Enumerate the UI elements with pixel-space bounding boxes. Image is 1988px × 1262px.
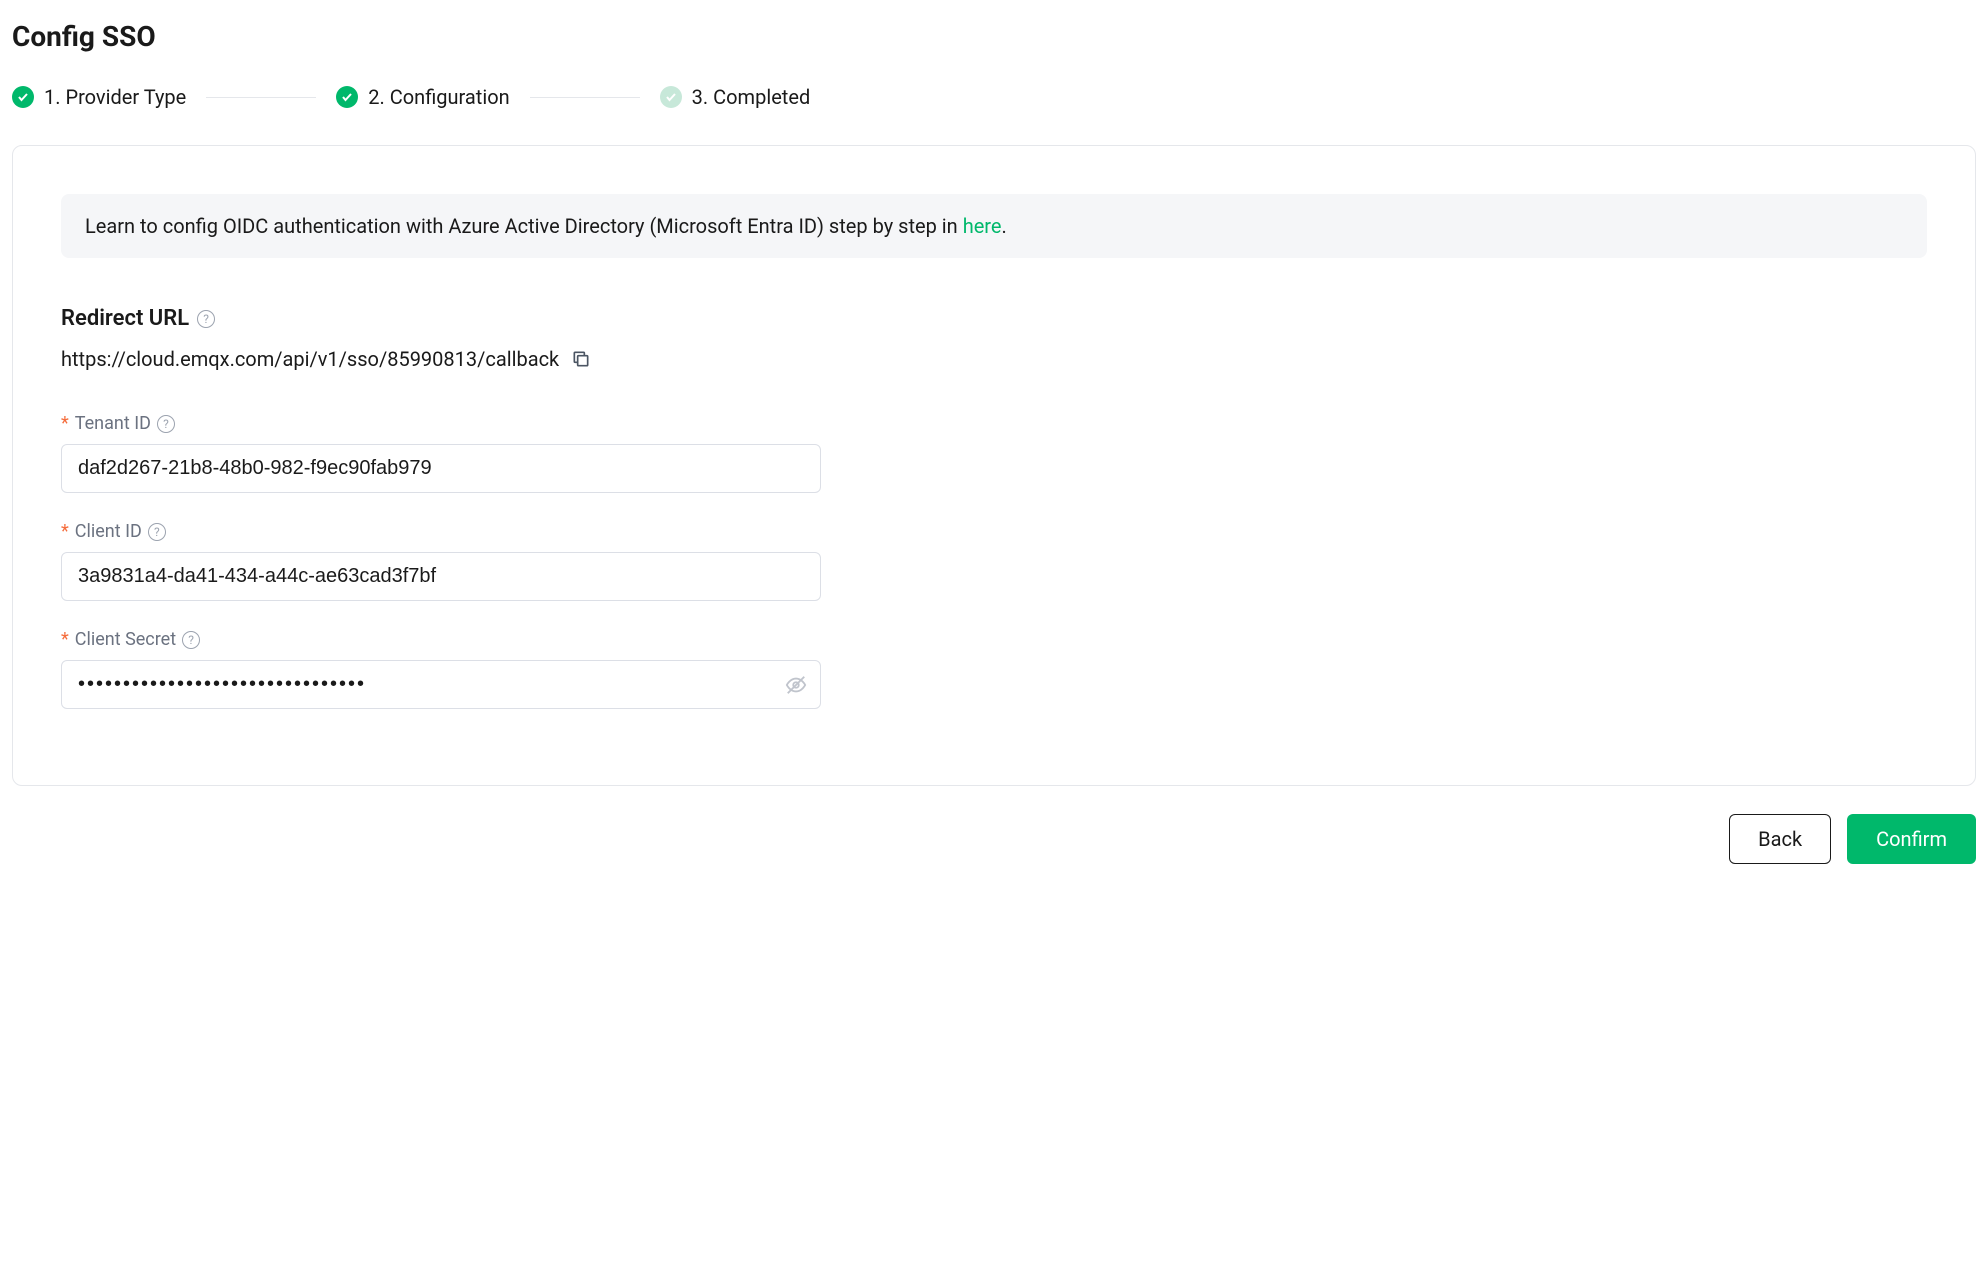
check-circle-icon bbox=[660, 86, 682, 108]
required-mark: * bbox=[61, 413, 69, 434]
tenant-id-label: Tenant ID bbox=[75, 413, 151, 434]
info-banner: Learn to config OIDC authentication with… bbox=[61, 194, 1927, 258]
step-label: 1. Provider Type bbox=[44, 85, 186, 109]
client-id-group: * Client ID ? bbox=[61, 521, 821, 601]
redirect-url-header: Redirect URL ? bbox=[61, 306, 1927, 331]
copy-icon[interactable] bbox=[571, 349, 591, 369]
required-mark: * bbox=[61, 629, 69, 650]
check-circle-icon bbox=[12, 86, 34, 108]
tenant-id-label-row: * Tenant ID ? bbox=[61, 413, 821, 434]
client-id-label-row: * Client ID ? bbox=[61, 521, 821, 542]
step-label: 3. Completed bbox=[692, 85, 811, 109]
help-icon[interactable]: ? bbox=[157, 415, 175, 433]
client-secret-label: Client Secret bbox=[75, 629, 176, 650]
client-secret-group: * Client Secret ? bbox=[61, 629, 821, 709]
stepper: 1. Provider Type 2. Configuration 3. Com… bbox=[12, 85, 1976, 109]
step-configuration: 2. Configuration bbox=[336, 85, 509, 109]
redirect-url-value: https://cloud.emqx.com/api/v1/sso/859908… bbox=[61, 347, 559, 371]
footer-actions: Back Confirm bbox=[12, 814, 1976, 864]
help-icon[interactable]: ? bbox=[182, 631, 200, 649]
confirm-button[interactable]: Confirm bbox=[1847, 814, 1976, 864]
help-icon[interactable]: ? bbox=[197, 310, 215, 328]
step-connector bbox=[530, 97, 640, 98]
tenant-id-input[interactable] bbox=[61, 444, 821, 493]
step-label: 2. Configuration bbox=[368, 85, 509, 109]
required-mark: * bbox=[61, 521, 69, 542]
redirect-url-label: Redirect URL bbox=[61, 306, 189, 331]
back-button[interactable]: Back bbox=[1729, 814, 1831, 864]
help-icon[interactable]: ? bbox=[148, 523, 166, 541]
client-id-label: Client ID bbox=[75, 521, 142, 542]
client-secret-label-row: * Client Secret ? bbox=[61, 629, 821, 650]
client-secret-input[interactable] bbox=[61, 660, 821, 709]
page-title: Config SSO bbox=[12, 20, 1976, 53]
step-provider-type: 1. Provider Type bbox=[12, 85, 186, 109]
banner-text-suffix: . bbox=[1002, 214, 1007, 238]
config-card: Learn to config OIDC authentication with… bbox=[12, 145, 1976, 786]
eye-off-icon[interactable] bbox=[785, 674, 807, 696]
tenant-id-group: * Tenant ID ? bbox=[61, 413, 821, 493]
step-completed: 3. Completed bbox=[660, 85, 811, 109]
check-circle-icon bbox=[336, 86, 358, 108]
client-secret-input-wrapper bbox=[61, 660, 821, 709]
banner-link[interactable]: here bbox=[963, 214, 1002, 238]
step-connector bbox=[206, 97, 316, 98]
client-id-input[interactable] bbox=[61, 552, 821, 601]
banner-text-prefix: Learn to config OIDC authentication with… bbox=[85, 214, 963, 238]
redirect-url-row: https://cloud.emqx.com/api/v1/sso/859908… bbox=[61, 347, 1927, 371]
